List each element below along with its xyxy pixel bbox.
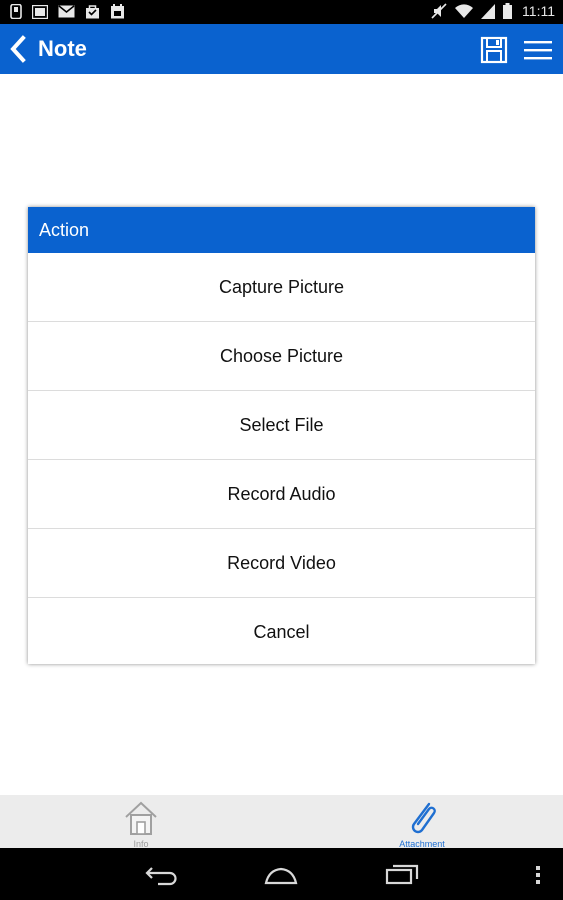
home-icon[interactable] bbox=[263, 866, 299, 886]
save-icon[interactable] bbox=[480, 36, 508, 64]
cancel-option[interactable]: Cancel bbox=[28, 598, 535, 666]
app-bar: Note bbox=[0, 24, 563, 74]
notification-icons bbox=[10, 4, 125, 19]
tab-info[interactable]: Info bbox=[91, 798, 191, 849]
choose-picture-option[interactable]: Choose Picture bbox=[28, 322, 535, 391]
calendar-icon bbox=[111, 4, 124, 19]
record-audio-option[interactable]: Record Audio bbox=[28, 460, 535, 529]
battery-icon bbox=[503, 3, 513, 19]
bag-icon bbox=[86, 5, 99, 19]
record-video-option[interactable]: Record Video bbox=[28, 529, 535, 598]
house-icon bbox=[125, 801, 157, 835]
image-icon bbox=[32, 4, 48, 19]
system-nav-bar bbox=[0, 848, 563, 900]
bottom-nav: Info Attachment bbox=[0, 795, 563, 849]
phone-icon bbox=[10, 4, 22, 19]
menu-icon[interactable] bbox=[522, 38, 554, 62]
recents-icon[interactable] bbox=[385, 864, 419, 886]
capture-picture-option[interactable]: Capture Picture bbox=[28, 253, 535, 322]
status-bar: 11:11 bbox=[0, 0, 563, 24]
select-file-option[interactable]: Select File bbox=[28, 391, 535, 460]
system-icons: 11:11 bbox=[431, 3, 555, 19]
back-arrow-icon[interactable] bbox=[6, 34, 32, 64]
dialog-title: Action bbox=[28, 207, 535, 253]
back-icon[interactable] bbox=[144, 864, 180, 886]
overflow-menu-icon[interactable] bbox=[534, 864, 542, 886]
wifi-icon bbox=[455, 4, 474, 18]
page-title: Note bbox=[38, 36, 87, 61]
paperclip-icon bbox=[411, 802, 436, 834]
signal-icon bbox=[481, 3, 496, 19]
mute-icon bbox=[431, 3, 447, 19]
tab-attachment[interactable]: Attachment bbox=[372, 798, 472, 849]
mail-icon bbox=[58, 5, 75, 18]
clock: 11:11 bbox=[522, 3, 555, 19]
action-dialog: Action Capture Picture Choose Picture Se… bbox=[28, 207, 535, 664]
